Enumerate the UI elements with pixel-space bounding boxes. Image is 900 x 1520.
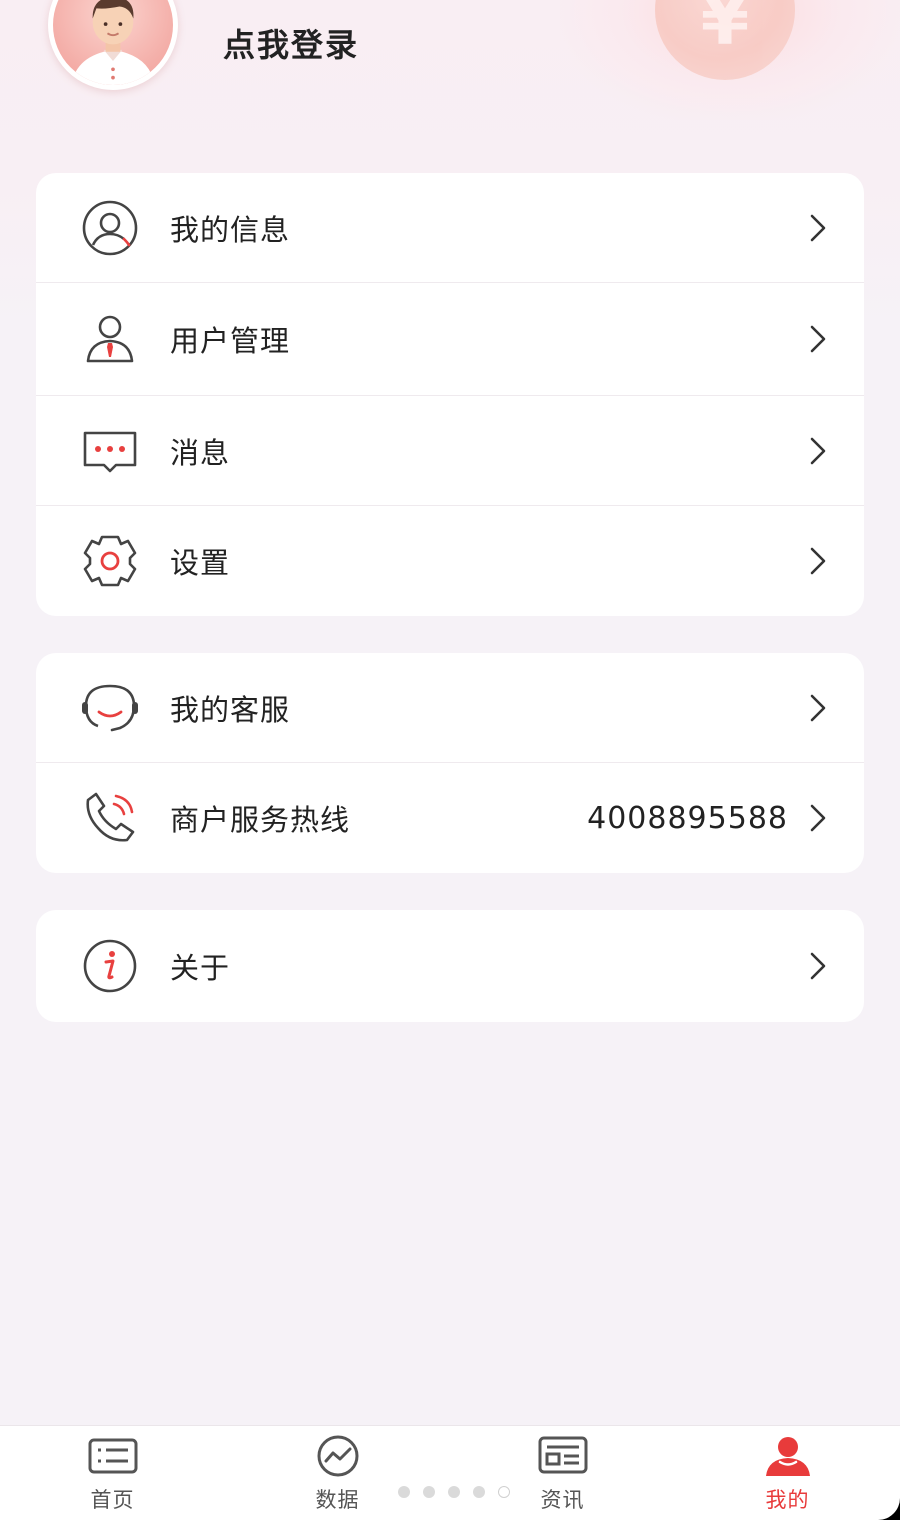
tab-label: 资讯	[540, 1488, 585, 1512]
tab-home[interactable]: 首页	[0, 1426, 225, 1520]
menu-item-label: 消息	[170, 435, 231, 470]
menu-item-hotline[interactable]: 商户服务热线 4008895588	[36, 763, 864, 873]
tab-label: 数据	[315, 1488, 360, 1512]
menu-item-messages[interactable]: 消息	[36, 396, 864, 506]
news-icon	[538, 1436, 587, 1474]
menu-item-settings[interactable]: 设置	[36, 506, 864, 616]
profile-header[interactable]: 点我登录	[48, 0, 357, 90]
menu-item-about[interactable]: 关于	[36, 910, 864, 1022]
page-indicator	[398, 1486, 510, 1498]
gear-icon	[80, 531, 140, 591]
menu-item-my-info[interactable]: 我的信息	[36, 173, 864, 283]
menu-item-label: 关于	[170, 951, 231, 985]
menu-item-user-management[interactable]: 用户管理	[36, 283, 864, 396]
person-icon	[765, 1437, 810, 1476]
tab-label: 首页	[90, 1488, 135, 1512]
chart-icon	[317, 1435, 358, 1477]
chevron-right-icon	[810, 325, 826, 353]
phone-icon	[80, 788, 140, 848]
chevron-right-icon	[810, 804, 826, 832]
menu-item-label: 我的客服	[170, 692, 291, 727]
home-list-icon	[88, 1438, 137, 1474]
chevron-right-icon	[810, 952, 826, 980]
menu-card-main: 我的信息 用户管理 消息 设置	[36, 173, 864, 616]
menu-card-about: 关于	[36, 910, 864, 1022]
user-circle-icon	[80, 198, 140, 258]
message-icon	[80, 421, 140, 481]
menu-item-label: 用户管理	[170, 324, 291, 358]
hotline-number[interactable]: 4008895588	[587, 801, 788, 836]
tab-label: 我的	[765, 1488, 810, 1512]
chevron-right-icon	[810, 547, 826, 575]
menu-card-service: 我的客服 商户服务热线 4008895588	[36, 653, 864, 873]
tab-mine[interactable]: 我的	[675, 1426, 900, 1520]
info-icon	[80, 936, 140, 996]
avatar[interactable]	[48, 0, 178, 90]
chevron-right-icon	[810, 214, 826, 241]
headset-icon	[80, 678, 140, 738]
menu-item-label: 商户服务热线	[170, 803, 351, 837]
user-manage-icon	[80, 309, 140, 369]
bottom-tab-bar: 首页 数据 资讯 我的	[0, 1425, 900, 1520]
chevron-right-icon	[810, 694, 826, 721]
tab-news[interactable]: 资讯	[450, 1426, 675, 1520]
tab-data[interactable]: 数据	[225, 1426, 450, 1520]
login-prompt[interactable]: 点我登录	[223, 20, 359, 66]
menu-item-label: 我的信息	[170, 212, 291, 247]
chevron-right-icon	[810, 437, 826, 464]
menu-item-label: 设置	[170, 546, 231, 580]
menu-item-customer-service[interactable]: 我的客服	[36, 653, 864, 763]
